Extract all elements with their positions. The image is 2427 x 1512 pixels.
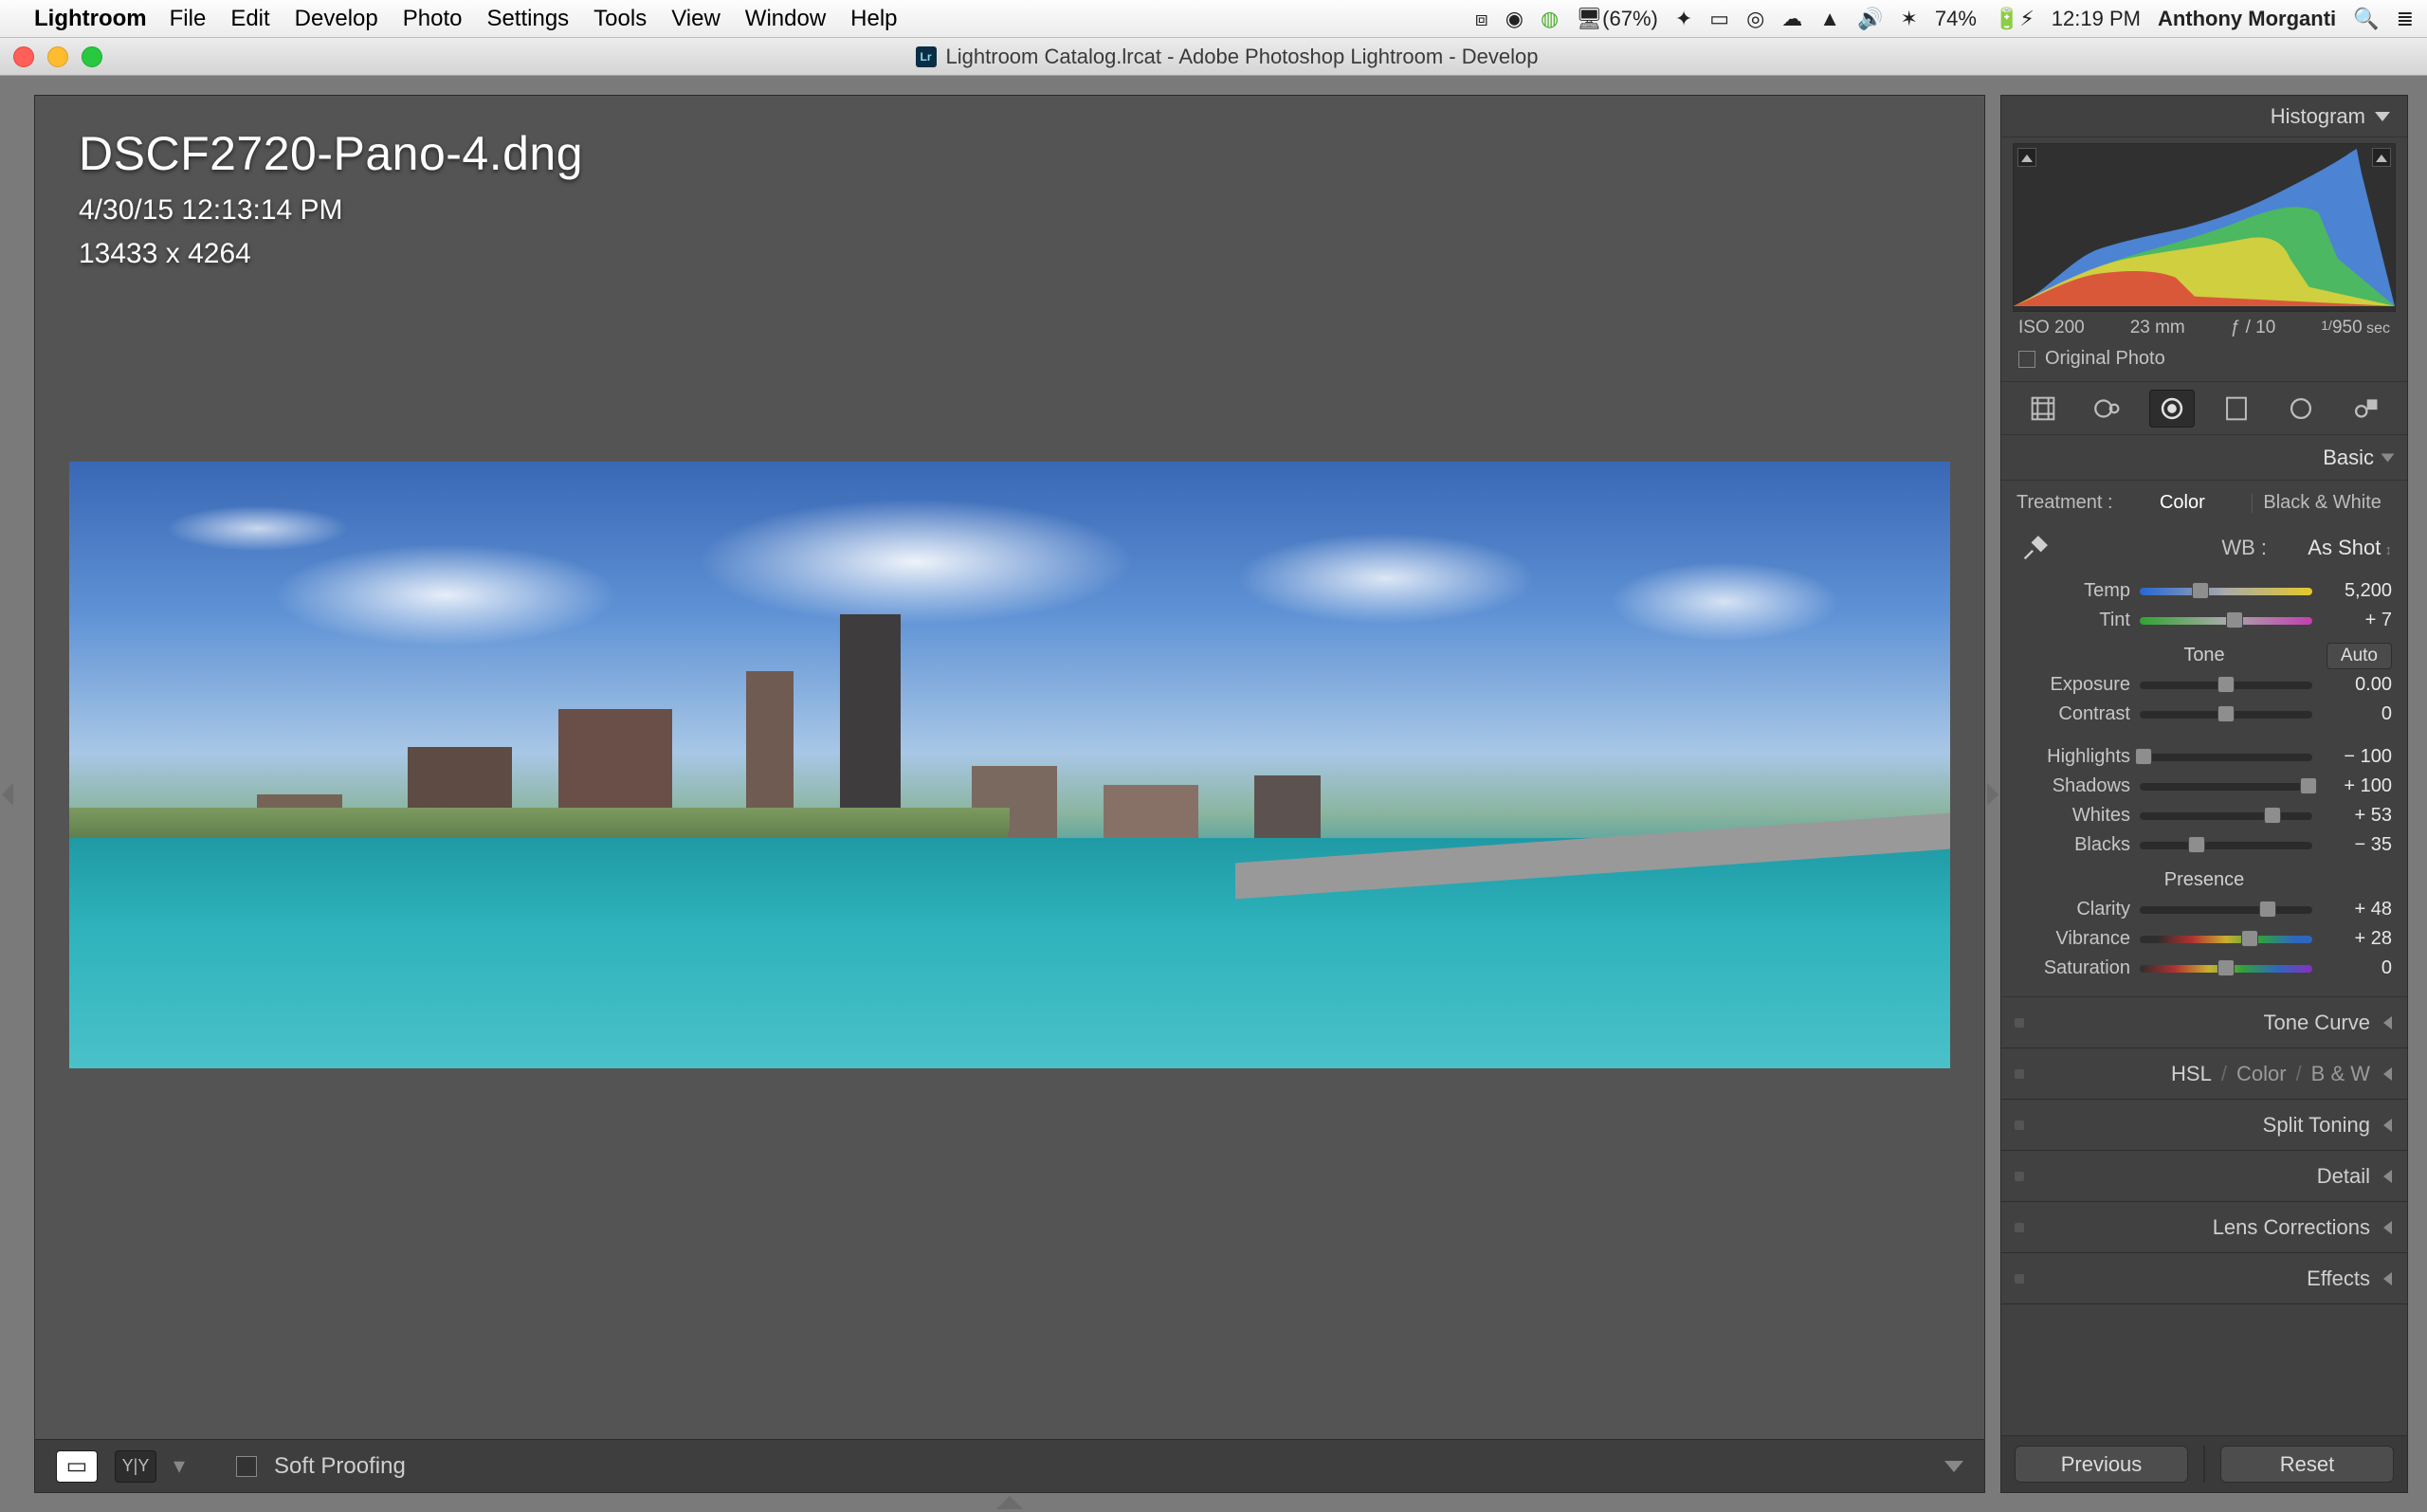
reset-button[interactable]: Reset: [2220, 1446, 2394, 1483]
app-body: DSCF2720-Pano-4.dng 4/30/15 12:13:14 PM …: [0, 76, 2427, 1512]
menu-extras-icon[interactable]: ≣: [2397, 7, 2414, 31]
original-photo-checkbox[interactable]: [2018, 351, 2035, 368]
overlay-datetime: 4/30/15 12:13:14 PM: [79, 194, 583, 227]
split-toning-section[interactable]: Split Toning: [2001, 1100, 2407, 1151]
cloud-icon[interactable]: ☁︎: [1781, 7, 1802, 31]
clarity-slider[interactable]: [2140, 906, 2312, 914]
previous-button[interactable]: Previous: [2015, 1446, 2188, 1483]
canvas-area: DSCF2720-Pano-4.dng 4/30/15 12:13:14 PM …: [34, 95, 1985, 1493]
menu-edit[interactable]: Edit: [230, 6, 269, 32]
green-bulb-icon[interactable]: ◍: [1541, 7, 1559, 31]
detail-section[interactable]: Detail: [2001, 1151, 2407, 1202]
tone-curve-section[interactable]: Tone Curve: [2001, 997, 2407, 1048]
auto-tone-button[interactable]: Auto: [2327, 643, 2392, 669]
soft-proofing-checkbox[interactable]: [236, 1456, 257, 1477]
treatment-color[interactable]: Color: [2113, 492, 2253, 514]
app-menu[interactable]: Lightroom: [34, 6, 147, 32]
menu-help[interactable]: Help: [850, 6, 897, 32]
battery-text[interactable]: 74%: [1935, 7, 1977, 31]
histogram[interactable]: [2013, 143, 2396, 312]
treatment-label: Treatment :: [2016, 492, 2113, 514]
soft-proofing-label: Soft Proofing: [274, 1453, 406, 1480]
laptop-battery-icon[interactable]: 🖥 (67%): [1576, 7, 1658, 31]
wand-icon[interactable]: ✦: [1675, 7, 1692, 31]
airplay-icon[interactable]: ▲: [1819, 7, 1840, 31]
zoom-window-button[interactable]: [82, 46, 102, 67]
battery-icon[interactable]: 🔋⚡︎: [1994, 7, 2035, 31]
original-photo-row[interactable]: Original Photo: [2001, 338, 2407, 382]
right-panel-grip[interactable]: [1985, 76, 2000, 1512]
exposure-slider[interactable]: [2140, 682, 2312, 689]
effects-section[interactable]: Effects: [2001, 1253, 2407, 1304]
vibrance-slider[interactable]: [2140, 936, 2312, 943]
tint-slider[interactable]: [2140, 617, 2312, 625]
creative-cloud-icon[interactable]: ◉: [1505, 7, 1524, 31]
spot-removal-tool[interactable]: [2085, 390, 2130, 428]
histogram-header[interactable]: Histogram: [2001, 96, 2407, 137]
develop-right-panel: Histogram ISO 200 23 mm ƒ / 10 1/950 sec…: [2000, 95, 2408, 1493]
radial-filter-tool[interactable]: [2278, 390, 2324, 428]
treatment-bw[interactable]: Black & White: [2253, 492, 2392, 514]
wifi-icon[interactable]: ✶: [1900, 7, 1917, 31]
macos-menubar: Lightroom File Edit Develop Photo Settin…: [0, 0, 2427, 38]
redeye-tool[interactable]: [2149, 390, 2195, 428]
basic-section-header[interactable]: Basic: [2001, 435, 2407, 481]
blacks-slider[interactable]: [2140, 842, 2312, 849]
wb-preset[interactable]: As Shot: [2278, 536, 2392, 560]
panel-actions: Previous Reset: [2001, 1435, 2407, 1492]
adjustment-brush-tool[interactable]: [2343, 390, 2388, 428]
dropbox-icon[interactable]: ⧈: [1475, 7, 1488, 31]
menu-tools[interactable]: Tools: [593, 6, 647, 32]
display-icon[interactable]: ▭: [1709, 7, 1729, 31]
white-balance-eyedropper[interactable]: [2016, 529, 2054, 567]
highlights-slider[interactable]: [2140, 754, 2312, 761]
canvas-toolbar: ▭ Y|Y ▾ Soft Proofing: [35, 1439, 1984, 1492]
graduated-filter-tool[interactable]: [2214, 390, 2259, 428]
overlay-dimensions: 13433 x 4264: [79, 238, 583, 270]
lens-corrections-section[interactable]: Lens Corrections: [2001, 1202, 2407, 1253]
overlay-filename: DSCF2720-Pano-4.dng: [79, 126, 583, 181]
shadows-slider[interactable]: [2140, 783, 2312, 791]
loupe-view-button[interactable]: ▭: [56, 1450, 98, 1483]
clock[interactable]: 12:19 PM: [2052, 7, 2141, 31]
before-after-button[interactable]: Y|Y: [115, 1450, 156, 1483]
menu-develop[interactable]: Develop: [295, 6, 378, 32]
left-panel-reveal[interactable]: [0, 76, 15, 1512]
info-overlay: DSCF2720-Pano-4.dng 4/30/15 12:13:14 PM …: [79, 126, 583, 270]
saturation-slider[interactable]: [2140, 965, 2312, 973]
basic-panel: Treatment : Color Black & White WB : As …: [2001, 481, 2407, 997]
canvas-stage[interactable]: DSCF2720-Pano-4.dng 4/30/15 12:13:14 PM …: [35, 96, 1984, 1439]
close-window-button[interactable]: [13, 46, 34, 67]
lightroom-app-icon: Lr: [916, 46, 937, 67]
user-name[interactable]: Anthony Morganti: [2158, 7, 2336, 31]
hsl-section[interactable]: HSL/Color/B & W: [2001, 1048, 2407, 1100]
whites-slider[interactable]: [2140, 812, 2312, 820]
spotlight-icon[interactable]: 🔍: [2353, 7, 2379, 31]
window-titlebar: Lr Lightroom Catalog.lrcat - Adobe Photo…: [0, 38, 2427, 76]
filmstrip-reveal[interactable]: [996, 1496, 1023, 1509]
menu-view[interactable]: View: [671, 6, 721, 32]
status-icons: ⧈ ◉ ◍ 🖥 (67%) ✦ ▭ ◎ ☁︎ ▲ 🔊 ✶ 74% 🔋⚡︎ 12:…: [1475, 7, 2414, 31]
menu-window[interactable]: Window: [745, 6, 826, 32]
chevron-down-icon: [2375, 112, 2390, 121]
temp-slider[interactable]: [2140, 588, 2312, 595]
traffic-lights: [13, 46, 102, 67]
photo-preview[interactable]: [69, 462, 1950, 1068]
menu-settings[interactable]: Settings: [486, 6, 569, 32]
menu-photo[interactable]: Photo: [403, 6, 463, 32]
minimize-window-button[interactable]: [47, 46, 68, 67]
wb-label: WB :: [2066, 536, 2267, 560]
window-title: Lightroom Catalog.lrcat - Adobe Photosho…: [946, 45, 1539, 69]
chevron-icon: [2381, 453, 2395, 462]
volume-icon[interactable]: 🔊: [1857, 7, 1883, 31]
disc-icon[interactable]: ◎: [1746, 7, 1764, 31]
menu-file[interactable]: File: [170, 6, 207, 32]
crop-tool[interactable]: [2020, 390, 2066, 428]
tool-strip: [2001, 382, 2407, 435]
contrast-slider[interactable]: [2140, 711, 2312, 719]
toolbar-more-button[interactable]: [1944, 1461, 1963, 1472]
histogram-meta: ISO 200 23 mm ƒ / 10 1/950 sec: [2001, 312, 2407, 338]
